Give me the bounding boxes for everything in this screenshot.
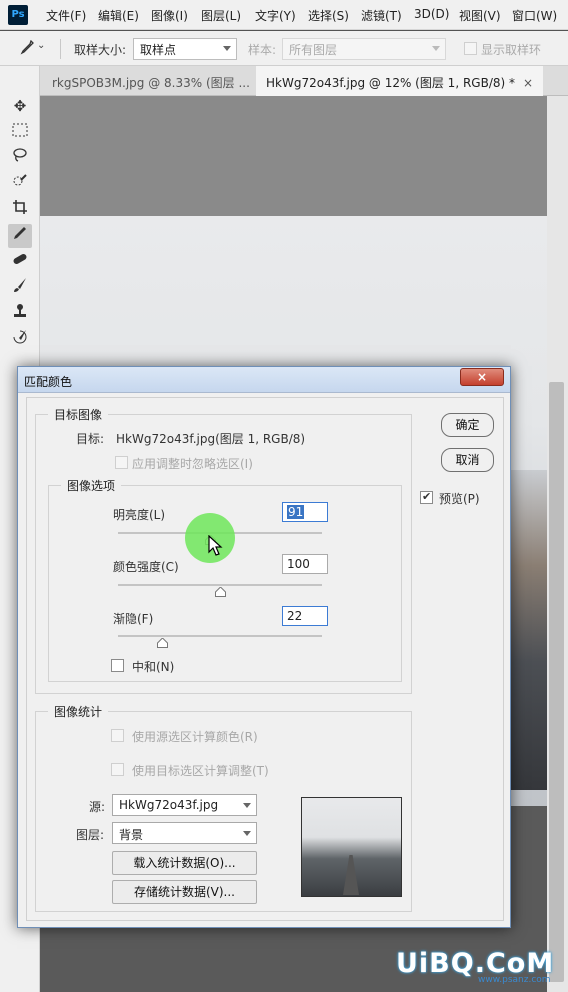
- chevron-down-icon[interactable]: ⌄: [37, 40, 45, 51]
- target-value: HkWg72o43f.jpg(图层 1, RGB/8): [116, 432, 306, 446]
- save-statistics-button[interactable]: 存储统计数据(V)...: [112, 880, 257, 904]
- show-ring-label: 显示取样环: [481, 43, 542, 57]
- mouse-cursor-icon: [208, 534, 224, 557]
- menu-image[interactable]: 图像(I): [151, 7, 188, 24]
- image-mountain-edge: [505, 470, 547, 790]
- watermark-url: www.psanz.com: [478, 975, 551, 985]
- canvas-pasteboard: [40, 96, 547, 216]
- use-target-selection-checkbox[interactable]: [111, 763, 124, 776]
- photoshop-logo: Ps: [8, 5, 28, 25]
- preview-checkbox[interactable]: [420, 490, 433, 504]
- sample-size-select[interactable]: 取样点: [133, 38, 237, 60]
- layer-select[interactable]: 背景: [112, 822, 257, 844]
- use-target-selection-label: 使用目标选区计算调整(T): [132, 764, 269, 778]
- intensity-label: 颜色强度(C): [113, 560, 179, 574]
- neutralize-checkbox[interactable]: [111, 659, 124, 672]
- group-title: 目标图像: [48, 406, 109, 423]
- eyedropper-icon[interactable]: [20, 39, 34, 56]
- brush-icon[interactable]: [8, 276, 32, 300]
- dialog-titlebar[interactable]: 匹配颜色 ×: [18, 367, 510, 393]
- close-icon[interactable]: ×: [523, 76, 533, 90]
- quick-select-icon[interactable]: [8, 172, 32, 196]
- close-icon: ×: [476, 370, 488, 384]
- stamp-icon[interactable]: [8, 302, 32, 326]
- sample-size-value: 取样点: [140, 43, 177, 57]
- luminance-input[interactable]: 91: [282, 502, 328, 522]
- sample-size-label: 取样大小:: [74, 43, 127, 57]
- tab-document-1[interactable]: rkgSPOB3M.jpg @ 8.33% (图层 ...×: [42, 66, 278, 96]
- layer-value: 背景: [119, 828, 144, 842]
- fade-label: 渐隐(F): [113, 612, 154, 626]
- fade-slider-thumb[interactable]: [157, 637, 169, 648]
- source-value: HkWg72o43f.jpg: [119, 798, 219, 812]
- fade-value: 22: [287, 609, 303, 623]
- source-select[interactable]: HkWg72o43f.jpg: [112, 794, 257, 816]
- lasso-icon[interactable]: [8, 146, 32, 170]
- move-icon[interactable]: ✥: [8, 94, 32, 118]
- sample-select[interactable]: 所有图层: [282, 38, 446, 60]
- show-ring-checkbox[interactable]: [464, 42, 477, 55]
- chevron-down-icon: [223, 46, 231, 51]
- eyedropper-tool-icon[interactable]: [8, 224, 32, 248]
- menu-layer[interactable]: 图层(L): [201, 7, 241, 24]
- neutralize-label: 中和(N): [132, 660, 175, 674]
- group-title: 图像统计: [48, 703, 109, 720]
- fade-slider-track[interactable]: [118, 635, 322, 637]
- history-brush-icon[interactable]: [8, 328, 32, 352]
- menu-view[interactable]: 视图(V): [459, 7, 501, 24]
- luminance-value: 91: [287, 505, 305, 519]
- tab-label: HkWg72o43f.jpg @ 12% (图层 1, RGB/8) *: [266, 76, 515, 90]
- match-color-dialog: 匹配颜色 × 目标图像 目标: HkWg72o43f.jpg(图层 1, RGB…: [17, 366, 511, 928]
- scrollbar-thumb[interactable]: [549, 382, 564, 982]
- layer-label: 图层:: [76, 828, 105, 842]
- ignore-selection-checkbox[interactable]: [115, 456, 128, 469]
- fade-input[interactable]: 22: [282, 606, 328, 626]
- close-button[interactable]: ×: [460, 368, 504, 386]
- ok-button[interactable]: 确定: [441, 413, 494, 437]
- cancel-button[interactable]: 取消: [441, 448, 494, 472]
- document-tab-bar: rkgSPOB3M.jpg @ 8.33% (图层 ...× HkWg72o43…: [40, 66, 568, 96]
- marquee-icon[interactable]: [8, 120, 32, 144]
- sample-label: 样本:: [248, 43, 277, 57]
- menu-3d[interactable]: 3D(D): [414, 7, 449, 21]
- chevron-down-icon: [243, 831, 251, 836]
- preview-label: 预览(P): [439, 492, 480, 506]
- crop-icon[interactable]: [8, 198, 32, 222]
- ignore-selection-label: 应用调整时忽略选区(I): [132, 457, 253, 471]
- menu-select[interactable]: 选择(S): [308, 7, 349, 24]
- intensity-value: 100: [287, 557, 310, 571]
- tab-document-2[interactable]: HkWg72o43f.jpg @ 12% (图层 1, RGB/8) * ×: [256, 66, 544, 96]
- chevron-down-icon: [243, 803, 251, 808]
- tab-label: rkgSPOB3M.jpg @ 8.33% (图层 ...: [52, 76, 250, 90]
- menu-window[interactable]: 窗口(W): [512, 7, 557, 24]
- use-source-selection-checkbox[interactable]: [111, 729, 124, 742]
- healing-icon[interactable]: [8, 250, 32, 274]
- divider: [60, 39, 61, 59]
- menu-filter[interactable]: 滤镜(T): [361, 7, 402, 24]
- intensity-slider-thumb[interactable]: [214, 586, 226, 597]
- sample-value: 所有图层: [289, 43, 338, 57]
- menu-file[interactable]: 文件(F): [46, 7, 86, 24]
- target-label: 目标:: [76, 432, 105, 446]
- menu-bar: Ps 文件(F) 编辑(E) 图像(I) 图层(L) 文字(Y) 选择(S) 滤…: [0, 0, 568, 30]
- source-label: 源:: [89, 800, 106, 814]
- intensity-input[interactable]: 100: [282, 554, 328, 574]
- group-title: 图像选项: [61, 477, 122, 494]
- luminance-label: 明亮度(L): [113, 508, 166, 522]
- menu-edit[interactable]: 编辑(E): [98, 7, 139, 24]
- menu-type[interactable]: 文字(Y): [255, 7, 296, 24]
- options-bar: ⌄ 取样大小: 取样点 样本: 所有图层 显示取样环: [0, 31, 568, 66]
- chevron-down-icon: [432, 46, 440, 51]
- load-statistics-button[interactable]: 载入统计数据(O)...: [112, 851, 257, 875]
- use-source-selection-label: 使用源选区计算颜色(R): [132, 730, 258, 744]
- dialog-title: 匹配颜色: [24, 375, 73, 389]
